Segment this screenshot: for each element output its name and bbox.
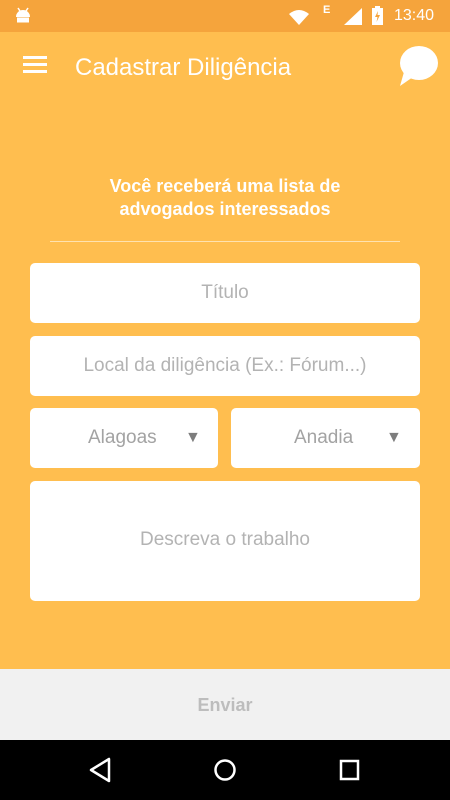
chat-bubble-icon[interactable] (396, 44, 440, 93)
app-bar: Cadastrar Diligência (0, 32, 450, 102)
local-input[interactable] (30, 336, 420, 396)
back-icon[interactable] (88, 757, 112, 783)
menu-icon[interactable] (20, 52, 50, 82)
status-time: 13:40 (394, 7, 435, 24)
city-select[interactable]: Anadia ▼ (231, 408, 420, 468)
wifi-icon (289, 10, 309, 25)
titulo-input[interactable] (30, 263, 420, 323)
dropdown-arrow-icon: ▼ (185, 429, 201, 446)
recents-icon[interactable] (339, 757, 361, 783)
info-line-2: advogados interessados (119, 199, 331, 219)
network-type-label: E (323, 4, 331, 16)
page-title: Cadastrar Diligência (75, 54, 292, 81)
city-select-value: Anadia (294, 427, 354, 448)
state-select-value: Alagoas (88, 427, 157, 448)
divider (50, 241, 400, 242)
battery-icon (372, 6, 383, 25)
home-icon[interactable] (213, 757, 237, 783)
state-select[interactable]: Alagoas ▼ (30, 408, 218, 468)
status-bar: E 13:40 (0, 0, 450, 32)
dropdown-arrow-icon: ▼ (386, 429, 402, 446)
navigation-bar (0, 740, 450, 800)
send-button[interactable]: Enviar (0, 669, 450, 740)
android-icon (16, 7, 30, 23)
send-button-label: Enviar (197, 695, 253, 715)
descricao-input[interactable] (30, 481, 420, 601)
info-message: Você receberá uma lista de advogados int… (0, 175, 450, 221)
signal-icon (344, 8, 362, 25)
info-line-1: Você receberá uma lista de (109, 176, 341, 196)
